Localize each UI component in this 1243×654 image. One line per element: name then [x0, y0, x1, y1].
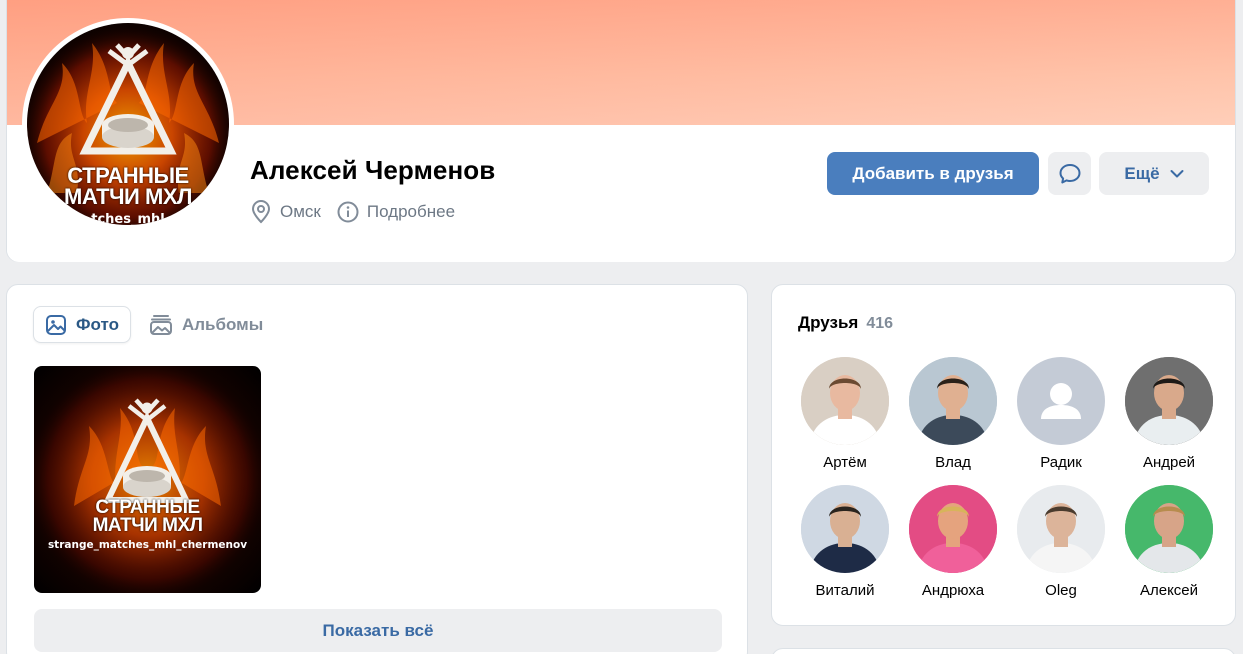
friend-name: Влад: [935, 454, 971, 471]
friends-grid: Артём Влад Радик Андрей Виталий Андрюха Oleg Ал…: [791, 357, 1223, 599]
friend-photo: [801, 357, 889, 445]
friend-item[interactable]: Влад: [899, 357, 1007, 471]
friend-item[interactable]: Андрюха: [899, 485, 1007, 599]
friend-photo: [1125, 357, 1213, 445]
friend-avatar[interactable]: [1017, 357, 1105, 445]
friend-name: Алексей: [1139, 582, 1199, 599]
photos-section: Фото Альбомы СТРАННЫЕ МАТЧИ МХЛ strange_…: [6, 284, 748, 654]
add-friend-button[interactable]: Добавить в друзья: [827, 152, 1039, 195]
friend-avatar[interactable]: [801, 357, 889, 445]
friend-name: Виталий: [815, 582, 875, 599]
photo-thumbnail[interactable]: СТРАННЫЕ МАТЧИ МХЛ strange_matches_mhl_c…: [34, 366, 261, 593]
friend-photo: [909, 485, 997, 573]
friend-item[interactable]: Артём: [791, 357, 899, 471]
friend-avatar[interactable]: [1017, 485, 1105, 573]
friend-name: Андрей: [1142, 454, 1196, 471]
city-text: Омск: [280, 202, 321, 221]
friends-count: 416: [866, 315, 894, 332]
friend-avatar[interactable]: [1125, 485, 1213, 573]
friend-item[interactable]: Радик: [1007, 357, 1115, 471]
profile-meta: Омск Подробнее: [250, 200, 455, 224]
show-all-photos-button[interactable]: Показать всё: [34, 609, 722, 652]
chevron-down-icon: [1170, 169, 1184, 177]
friend-item[interactable]: Андрей: [1115, 357, 1223, 471]
photos-tabs: Фото Альбомы: [33, 306, 274, 343]
thumb-logo-line2: МАТЧИ МХЛ: [92, 515, 203, 536]
friend-name: Oleg: [1045, 582, 1077, 599]
info-icon: [337, 201, 359, 223]
friends-section: Друзья 416 Артём Влад Радик Андрей Виталий Ан…: [771, 284, 1236, 626]
tab-photos[interactable]: Фото: [33, 306, 131, 343]
friend-photo: [909, 357, 997, 445]
location-pin-icon: [251, 200, 271, 224]
friend-name: Радик: [1040, 454, 1082, 471]
friend-item[interactable]: Алексей: [1115, 485, 1223, 599]
more-button-label: Ещё: [1124, 163, 1160, 183]
friend-name: Андрюха: [921, 582, 985, 599]
default-user-icon: [1041, 383, 1081, 419]
profile-avatar[interactable]: СТРАННЫЕ МАТЧИ МХЛ tches_mhl: [22, 18, 234, 230]
thumb-logo-handle: strange_matches_mhl_chermenov: [47, 539, 248, 551]
friends-title: Друзья: [798, 313, 859, 332]
message-bubble-icon: [1059, 163, 1080, 183]
details-link[interactable]: Подробнее: [337, 201, 455, 223]
friend-photo: [801, 485, 889, 573]
friend-avatar[interactable]: [909, 485, 997, 573]
friend-avatar[interactable]: [801, 485, 889, 573]
friend-avatar[interactable]: [909, 357, 997, 445]
friend-photo: [1125, 485, 1213, 573]
avatar-logo-handle: tches_mhl: [91, 212, 165, 225]
avatar-logo-line2: МАТЧИ МХЛ: [64, 184, 192, 209]
tab-albums[interactable]: Альбомы: [149, 306, 274, 343]
tab-albums-label: Альбомы: [181, 314, 264, 334]
details-link-text: Подробнее: [366, 202, 456, 221]
tab-photos-label: Фото: [76, 314, 119, 334]
thumb-logo-art: [34, 366, 261, 593]
photo-icon: [46, 314, 66, 335]
albums-icon: [149, 314, 172, 335]
friend-avatar[interactable]: [1125, 357, 1213, 445]
city-info: Омск: [250, 200, 321, 224]
friend-item[interactable]: Oleg: [1007, 485, 1115, 599]
profile-name: Алексей Черменов: [250, 155, 496, 185]
friend-photo: [1017, 485, 1105, 573]
friends-header[interactable]: Друзья 416: [798, 313, 893, 333]
friend-name: Артём: [823, 454, 867, 471]
next-card-edge: [771, 648, 1236, 654]
friend-item[interactable]: Виталий: [791, 485, 899, 599]
more-button[interactable]: Ещё: [1099, 152, 1209, 195]
message-button[interactable]: [1048, 152, 1091, 195]
